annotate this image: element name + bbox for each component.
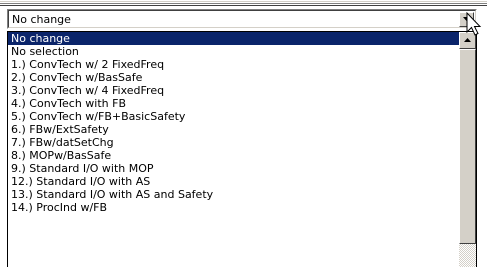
combobox[interactable]: No change: [7, 9, 477, 29]
option-list: No change No selection 1.) ConvTech w/ 2 F…: [8, 32, 459, 214]
vertical-scrollbar[interactable]: [459, 32, 476, 267]
list-item[interactable]: 3.) ConvTech w/ 4 FixedFreq: [8, 84, 459, 97]
chevron-up-icon: [464, 38, 471, 42]
list-item[interactable]: 12.) Standard I/O with AS: [8, 175, 459, 188]
chevron-down-icon: [463, 17, 470, 21]
list-item[interactable]: 8.) MOPw/BasSafe: [8, 149, 459, 162]
list-item[interactable]: 13.) Standard I/O with AS and Safety: [8, 188, 459, 201]
dropdown-button[interactable]: [459, 12, 474, 27]
combobox-window: No change No change No selection 1.) ConvT…: [0, 0, 487, 267]
dropdown-list[interactable]: No change No selection 1.) ConvTech w/ 2 F…: [7, 31, 477, 267]
list-item[interactable]: 4.) ConvTech with FB: [8, 97, 459, 110]
window-top-edge: [0, 0, 487, 7]
list-item[interactable]: 1.) ConvTech w/ 2 FixedFreq: [8, 58, 459, 71]
list-item[interactable]: 7.) FBw/datSetChg: [8, 136, 459, 149]
list-item[interactable]: No selection: [8, 45, 459, 58]
list-item[interactable]: No change: [8, 32, 459, 45]
scroll-thumb[interactable]: [459, 49, 476, 244]
list-item[interactable]: 14.) ProcInd w/FB: [8, 201, 459, 214]
list-item[interactable]: 2.) ConvTech w/BasSafe: [8, 71, 459, 84]
combobox-value: No change: [12, 13, 71, 26]
scroll-track[interactable]: [459, 244, 476, 267]
list-item[interactable]: 5.) ConvTech w/FB+BasicSafety: [8, 110, 459, 123]
list-item[interactable]: 9.) Standard I/O with MOP: [8, 162, 459, 175]
scroll-up-button[interactable]: [459, 32, 476, 49]
list-item[interactable]: 6.) FBw/ExtSafety: [8, 123, 459, 136]
